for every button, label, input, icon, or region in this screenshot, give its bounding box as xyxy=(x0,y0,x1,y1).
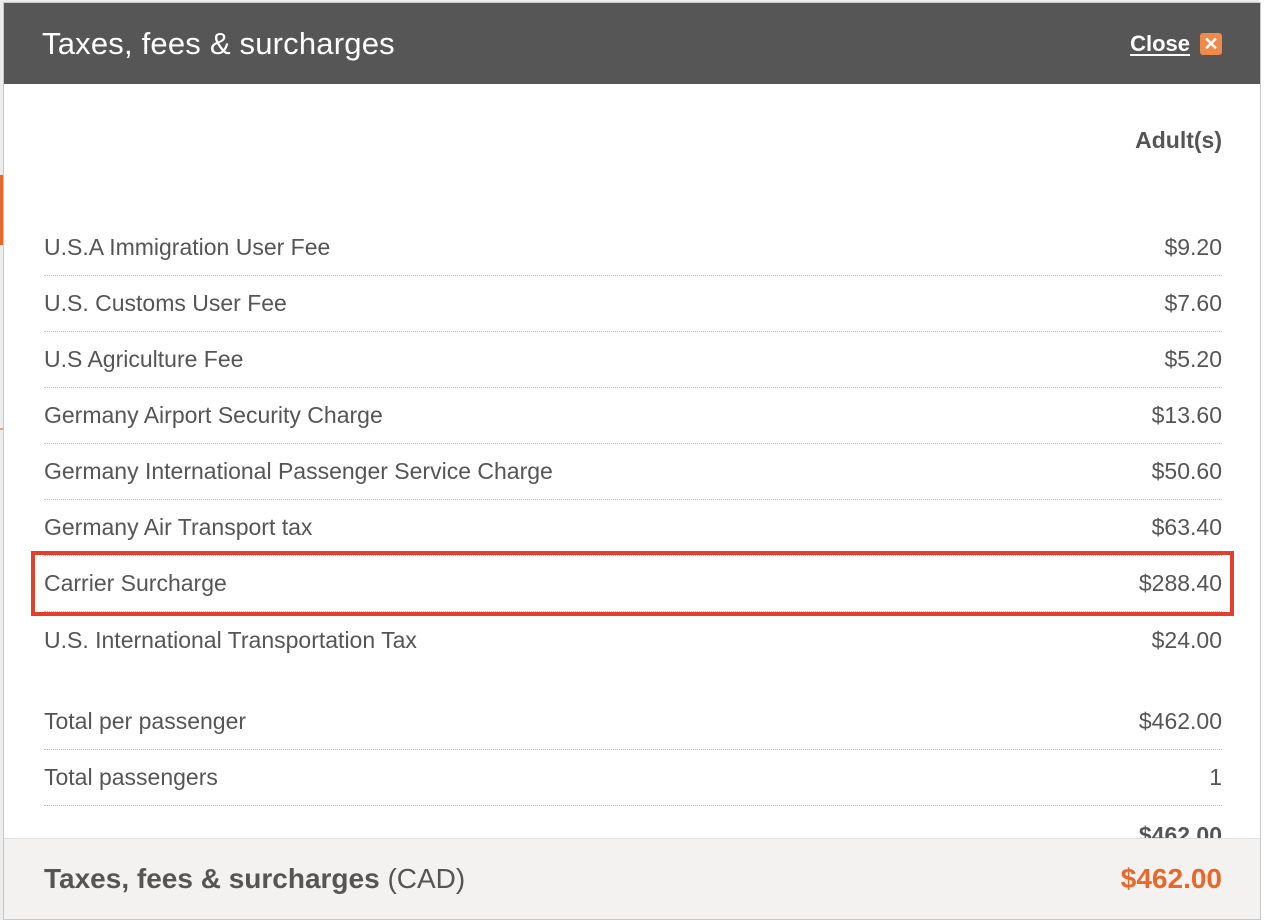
total-per-passenger-amount: $462.00 xyxy=(1138,708,1222,734)
fee-label: U.S.A Immigration User Fee xyxy=(44,234,331,260)
fees-table: Adult(s) U.S.A Immigration User Fee $9.2… xyxy=(4,84,1260,864)
fee-amount: $288.40 xyxy=(1138,570,1222,596)
modal-title: Taxes, fees & surcharges xyxy=(42,25,395,61)
fee-amount: $13.60 xyxy=(1151,402,1222,428)
fee-label: Germany Air Transport tax xyxy=(44,514,313,540)
fee-amount: $5.20 xyxy=(1164,346,1222,372)
footer-currency: (CAD) xyxy=(387,863,466,894)
footer-label-title: Taxes, fees & surcharges xyxy=(44,863,380,894)
taxes-modal: Taxes, fees & surcharges Close ✕ Adult(s… xyxy=(3,2,1261,920)
fee-row: Germany Airport Security Charge $13.60 xyxy=(44,388,1222,444)
fee-amount: $63.40 xyxy=(1151,514,1222,540)
total-per-passenger-label: Total per passenger xyxy=(44,708,247,734)
fee-row: U.S. International Transportation Tax $2… xyxy=(44,612,1222,668)
modal-header: Taxes, fees & surcharges Close ✕ xyxy=(4,3,1260,84)
close-link[interactable]: Close xyxy=(1130,31,1190,57)
fee-row-highlighted: Carrier Surcharge $288.40 xyxy=(31,551,1234,616)
modal-footer: Taxes, fees & surcharges (CAD) $462.00 xyxy=(4,838,1260,919)
fee-label: U.S. Customs User Fee xyxy=(44,290,287,316)
close-icon[interactable]: ✕ xyxy=(1200,32,1222,55)
fee-amount: $24.00 xyxy=(1151,626,1222,653)
fee-label: U.S Agriculture Fee xyxy=(44,346,244,372)
fee-row: U.S.A Immigration User Fee $9.20 xyxy=(44,220,1222,276)
fee-label: Carrier Surcharge xyxy=(44,570,227,596)
footer-label: Taxes, fees & surcharges (CAD) xyxy=(44,863,465,895)
total-passengers-count: 1 xyxy=(1209,764,1222,790)
fee-label: Germany Airport Security Charge xyxy=(44,402,383,428)
footer-total: $462.00 xyxy=(1120,863,1222,894)
total-passengers-row: Total passengers 1 xyxy=(44,750,1222,806)
fee-amount: $9.20 xyxy=(1164,234,1222,260)
fee-row: U.S Agriculture Fee $5.20 xyxy=(44,332,1222,388)
fee-row: Germany International Passenger Service … xyxy=(44,444,1222,500)
fee-label: Germany International Passenger Service … xyxy=(44,458,553,484)
close-button[interactable]: Close ✕ xyxy=(1130,31,1222,57)
fee-amount: $50.60 xyxy=(1151,458,1222,484)
total-passengers-label: Total passengers xyxy=(44,764,218,790)
fee-amount: $7.60 xyxy=(1164,290,1222,316)
fee-row: Germany Air Transport tax $63.40 xyxy=(44,500,1222,556)
fee-row: U.S. Customs User Fee $7.60 xyxy=(44,276,1222,332)
total-per-passenger-row: Total per passenger $462.00 xyxy=(44,694,1222,750)
column-header-adults: Adult(s) xyxy=(1135,127,1222,153)
fee-label: U.S. International Transportation Tax xyxy=(44,626,417,653)
